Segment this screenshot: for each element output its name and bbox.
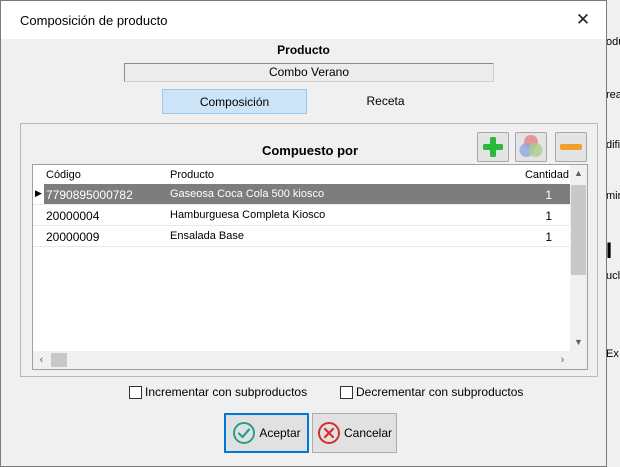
horizontal-scroll-thumb[interactable]: [51, 353, 67, 367]
plus-icon: [483, 137, 503, 157]
increment-subproducts-label: Incrementar con subproductos: [145, 385, 308, 399]
scroll-up-icon[interactable]: ▲: [570, 165, 587, 182]
tab-receta[interactable]: Receta: [313, 89, 458, 114]
composition-dialog: Composición de producto ✕ Producto Combo…: [0, 0, 607, 467]
add-component-button[interactable]: [477, 132, 509, 162]
background-text: odu: [606, 36, 620, 48]
composition-panel: Compuesto por Código Producto Cantidad ▶…: [20, 123, 598, 377]
scroll-down-icon[interactable]: ▼: [570, 334, 587, 351]
table-row[interactable]: ▶ 7790895000782 Gaseosa Coca Cola 500 ki…: [33, 184, 571, 205]
product-label: Producto: [277, 43, 330, 57]
cell-producto: Gaseosa Coca Cola 500 kiosco: [170, 188, 325, 200]
remove-component-button[interactable]: [555, 132, 587, 162]
components-table[interactable]: Código Producto Cantidad ▶ 7790895000782…: [32, 164, 588, 370]
tab-composicion[interactable]: Composición: [162, 89, 307, 114]
vertical-scrollbar[interactable]: ▲ ▼: [570, 165, 587, 351]
color-circles-icon: [519, 135, 543, 157]
accept-button[interactable]: Aceptar: [224, 413, 309, 453]
checkbox-box[interactable]: [340, 385, 353, 399]
cell-producto: Ensalada Base: [170, 230, 244, 242]
background-text: ucl: [606, 270, 620, 282]
cell-cantidad: 1: [545, 209, 552, 223]
cancel-circle-icon: [317, 422, 340, 444]
background-text: min: [606, 190, 620, 202]
table-row[interactable]: 20000004 Hamburguesa Completa Kiosco 1: [33, 205, 571, 226]
table-row[interactable]: 20000009 Ensalada Base 1: [33, 226, 571, 247]
background-text: Ex: [606, 348, 619, 360]
scroll-left-icon[interactable]: ‹: [33, 351, 50, 369]
vertical-scroll-thumb[interactable]: [571, 185, 586, 275]
cell-codigo: 20000009: [46, 230, 100, 244]
check-circle-icon: [233, 422, 256, 444]
background-text: difi: [606, 139, 620, 151]
title-bar: Composición de producto ✕: [1, 1, 606, 39]
mix-components-button[interactable]: [515, 132, 547, 162]
background-text: rea: [606, 89, 620, 101]
cell-codigo: 20000004: [46, 209, 100, 223]
close-icon[interactable]: ✕: [560, 1, 606, 39]
cell-cantidad: 1: [545, 230, 552, 244]
window-title: Composición de producto: [20, 13, 168, 28]
horizontal-scrollbar[interactable]: ‹ ›: [33, 351, 571, 369]
column-header-producto[interactable]: Producto: [170, 169, 214, 181]
product-name-field: Combo Verano: [124, 63, 494, 82]
background-app-right-edge: odu rea difi min I ucl Ex: [606, 0, 620, 467]
panel-title: Compuesto por: [261, 143, 359, 158]
table-header: Código Producto Cantidad: [33, 165, 571, 184]
accept-label: Aceptar: [259, 426, 301, 440]
column-header-cantidad[interactable]: Cantidad: [525, 169, 569, 181]
row-indicator-icon: ▶: [35, 188, 42, 198]
cancel-button[interactable]: Cancelar: [312, 413, 397, 453]
column-header-codigo[interactable]: Código: [46, 169, 81, 181]
increment-subproducts-checkbox[interactable]: Incrementar con subproductos: [129, 384, 307, 400]
cell-producto: Hamburguesa Completa Kiosco: [170, 209, 326, 221]
checkbox-box[interactable]: [129, 385, 142, 399]
minus-icon: [560, 144, 582, 150]
cancel-label: Cancelar: [343, 426, 393, 440]
cell-codigo: 7790895000782: [46, 188, 133, 202]
decrement-subproducts-checkbox[interactable]: Decrementar con subproductos: [340, 384, 523, 400]
cell-cantidad: 1: [545, 188, 552, 202]
scrollbar-corner: [570, 351, 587, 369]
decrement-subproducts-label: Decrementar con subproductos: [356, 385, 524, 399]
scroll-right-icon[interactable]: ›: [554, 351, 571, 369]
